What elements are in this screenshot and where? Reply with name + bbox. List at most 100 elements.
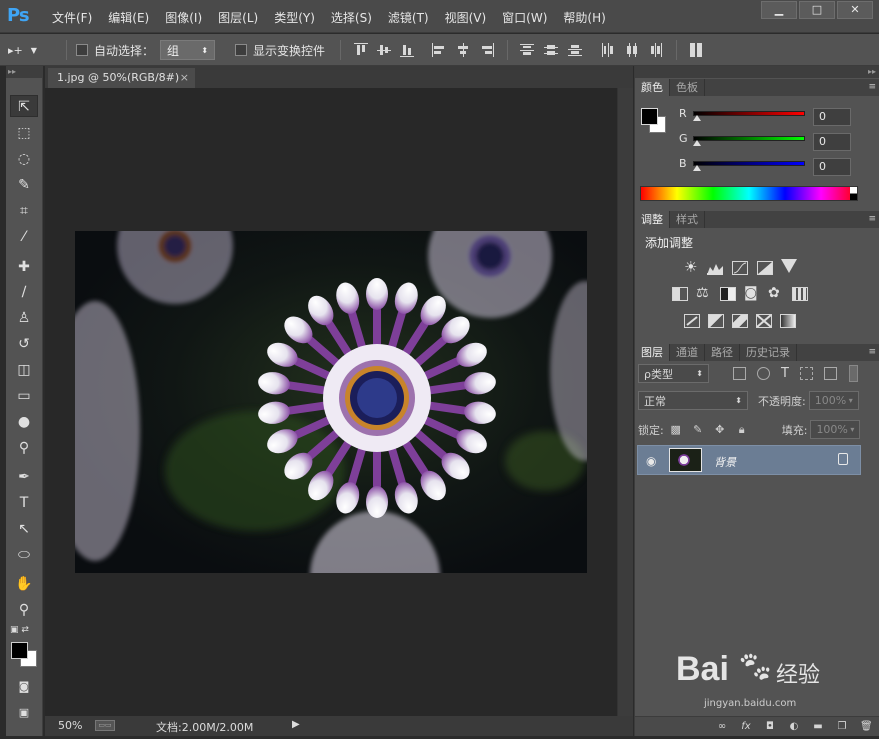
move-tool-icon[interactable]: ⇱ [10,95,38,117]
tab-layers[interactable]: 图层 [635,344,670,361]
crop-tool-icon[interactable]: ⌗ [10,200,38,222]
red-slider[interactable]: R [679,107,805,121]
color-spectrum-ramp[interactable] [640,186,858,201]
ellipse-tool-icon[interactable]: ⬭ [10,544,38,566]
lock-icon[interactable] [838,453,848,465]
layer-filter-kind-dropdown[interactable]: ρ类型 ⬍ [638,364,709,383]
auto-select-checkbox[interactable] [76,44,88,56]
align-right-icon[interactable] [480,43,494,57]
lock-image-pixels-icon[interactable]: ✎ [692,423,704,436]
filter-type-icon[interactable]: T [781,366,789,381]
vertical-scrollbar[interactable] [617,88,633,716]
tab-swatches[interactable]: 色板 [670,79,705,96]
distribute-top-icon[interactable] [520,43,534,57]
menu-image[interactable]: 图像(I) [157,9,210,26]
tab-adjustments[interactable]: 调整 [635,211,670,228]
history-brush-tool-icon[interactable]: ↺ [10,333,38,355]
blue-track[interactable] [693,161,805,166]
zoom-level[interactable]: 50% [58,719,82,732]
lasso-tool-icon[interactable]: ◌ [10,148,38,170]
eraser-tool-icon[interactable]: ◫ [10,359,38,381]
photo-filter-icon[interactable]: ◙ [744,285,758,301]
hand-tool-icon[interactable]: ✋ [10,573,38,595]
move-tool-preset-icon[interactable]: ▸+ ▼ [8,34,37,66]
new-adjustment-layer-icon[interactable]: ◐ [788,721,800,733]
marquee-tool-icon[interactable]: ⬚ [10,122,38,144]
menu-select[interactable]: 选择(S) [323,9,380,26]
dodge-tool-icon[interactable]: ⚲ [10,437,38,459]
dock-collapse-bar[interactable]: ▸▸ [635,66,879,78]
close-tab-icon[interactable]: × [180,68,189,88]
tab-channels[interactable]: 通道 [670,344,705,361]
blend-mode-dropdown[interactable]: 正常 ⬍ [638,391,748,410]
selective-color-icon[interactable] [780,314,796,328]
green-thumb[interactable] [693,140,701,146]
align-bottom-icon[interactable] [400,43,414,57]
proof-setup-icon[interactable]: ▭▭ [95,720,115,731]
levels-icon[interactable] [707,261,723,275]
blue-value-field[interactable]: 0 [813,158,851,176]
filter-adjustment-icon[interactable] [757,367,770,380]
blur-tool-icon[interactable]: ● [10,411,38,433]
panel-menu-icon[interactable]: ≡ [868,214,876,224]
align-top-icon[interactable] [354,43,368,57]
green-track[interactable] [693,136,805,141]
color-lookup-icon[interactable] [792,287,808,301]
status-menu-arrow-icon[interactable]: ▶ [292,719,300,730]
auto-align-layers-icon[interactable] [689,43,703,57]
maximize-button[interactable]: □ [799,1,835,19]
black-white-icon[interactable] [720,287,736,301]
link-layers-icon[interactable]: ∞ [716,721,728,733]
type-tool-icon[interactable]: T [10,492,38,514]
gradient-tool-icon[interactable]: ▭ [10,385,38,407]
distribute-hcenter-icon[interactable] [625,43,639,57]
align-left-icon[interactable] [432,43,446,57]
align-hcenter-icon[interactable] [456,43,470,57]
close-button[interactable]: ✕ [837,1,873,19]
tab-history[interactable]: 历史记录 [740,344,797,361]
vibrance-icon[interactable] [781,259,797,273]
pen-tool-icon[interactable]: ✒ [10,466,38,488]
path-select-tool-icon[interactable]: ↖ [10,518,38,540]
eye-icon[interactable]: ◉ [646,454,660,468]
red-thumb[interactable] [693,115,701,121]
black-white-ramp[interactable] [850,187,857,200]
green-value-field[interactable]: 0 [813,133,851,151]
posterize-icon[interactable] [708,314,724,328]
blue-thumb[interactable] [693,165,701,171]
menu-edit[interactable]: 编辑(E) [100,9,157,26]
gradient-map-icon[interactable] [756,314,772,328]
channel-mixer-icon[interactable]: ✿ [768,285,780,301]
filter-toggle-switch[interactable] [848,365,858,382]
menu-filter[interactable]: 滤镜(T) [380,9,437,26]
filter-pixel-icon[interactable] [733,367,746,380]
distribute-vcenter-icon[interactable] [544,43,558,57]
zoom-tool-icon[interactable]: ⚲ [10,599,38,621]
auto-select-dropdown[interactable]: 组 ⬍ [160,40,216,60]
document-image[interactable] [75,231,587,573]
color-balance-icon[interactable]: ⚖ [696,285,709,301]
menu-file[interactable]: 文件(F) [44,9,100,26]
lock-position-icon[interactable]: ✥ [714,423,726,436]
color-panel-foreground-swatch[interactable] [641,108,658,125]
screen-mode-icon[interactable]: ▣ [10,702,38,724]
tools-panel-collapse-bar[interactable]: ▸▸ [6,66,42,78]
new-group-icon[interactable]: ▬ [812,721,824,733]
red-track[interactable] [693,111,805,116]
filter-smart-object-icon[interactable] [823,367,837,380]
menu-type[interactable]: 类型(Y) [266,9,323,26]
document-tab[interactable]: 1.jpg @ 50%(RGB/8#) × [48,68,195,88]
brightness-contrast-icon[interactable]: ☀ [684,258,697,276]
tab-color[interactable]: 颜色 [635,79,670,96]
layer-row-background[interactable]: ◉ 背景 [637,445,861,475]
red-value-field[interactable]: 0 [813,108,851,126]
menu-layer[interactable]: 图层(L) [210,9,266,26]
layer-name[interactable]: 背景 [714,454,736,470]
add-mask-icon[interactable]: ◘ [764,721,776,733]
eyedropper-tool-icon[interactable]: ⁄ [10,226,38,248]
align-vcenter-icon[interactable] [377,43,391,57]
threshold-icon[interactable] [732,314,748,328]
clone-stamp-tool-icon[interactable]: ♙ [10,307,38,329]
brush-tool-icon[interactable]: ∕ [10,281,38,303]
distribute-bottom-icon[interactable] [568,43,582,57]
